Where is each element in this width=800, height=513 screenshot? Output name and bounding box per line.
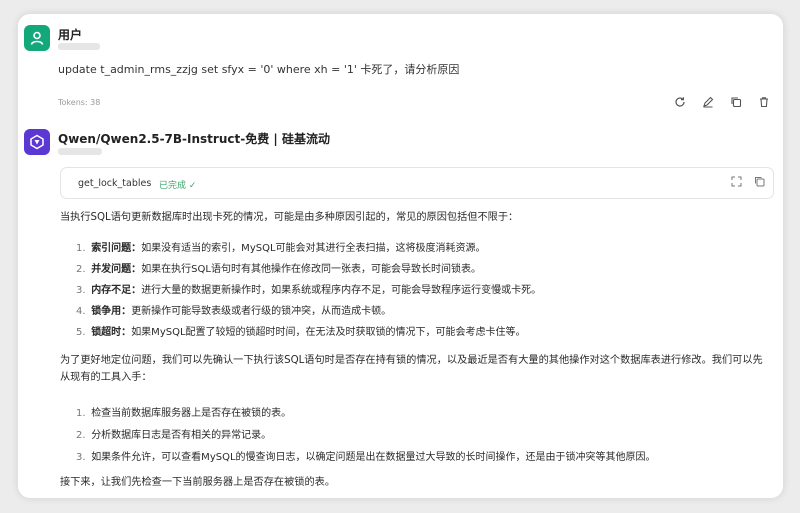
delete-button[interactable]	[750, 94, 778, 110]
copy-button[interactable]	[722, 94, 750, 110]
list-item: 4. 锁争用：更新操作可能导致表级或者行级的锁冲突，从而造成卡顿。	[76, 306, 392, 317]
chat-panel: 用户 update t_admin_rms_zzjg set sfyx = '0…	[18, 14, 783, 498]
copy-icon[interactable]	[754, 176, 765, 187]
user-avatar	[24, 25, 50, 51]
expand-icon[interactable]	[731, 176, 742, 187]
qwen-logo-icon	[30, 134, 44, 150]
user-timestamp-blurred	[58, 43, 100, 50]
assistant-avatar	[24, 129, 50, 155]
message-actions	[666, 94, 778, 110]
answer-closing: 接下来，让我们先检查一下当前服务器上是否存在被锁的表。	[60, 477, 336, 488]
list-item: 2. 分析数据库日志是否有相关的异常记录。	[76, 430, 272, 441]
list-item: 3. 内存不足：进行大量的数据更新操作时，如果系统或程序内存不足，可能会导致程序…	[76, 285, 542, 296]
list-item: 3. 如果条件允许，可以查看MySQL的慢查询日志，以确定问题是出在数据量过大导…	[76, 452, 656, 463]
list-item: 5. 锁超时：如果MySQL配置了较短的锁超时时间，在无法及时获取锁的情况下，可…	[76, 327, 526, 338]
tool-status: 已完成 ✓	[159, 181, 197, 191]
list-item: 1. 索引问题：如果没有适当的索引，MySQL可能会对其进行全表扫描，这将极度消…	[76, 243, 486, 254]
regenerate-button[interactable]	[666, 94, 694, 110]
assistant-name: Qwen/Qwen2.5-7B-Instruct-免费 | 硅基流动	[58, 132, 330, 146]
tool-call-card[interactable]: get_lock_tables 已完成 ✓	[60, 167, 774, 199]
list-item: 2. 并发问题：如果在执行SQL语句时有其他操作在修改同一张表，可能会导致长时间…	[76, 264, 481, 275]
token-count: Tokens: 38	[58, 98, 101, 107]
assistant-timestamp-blurred	[58, 148, 102, 155]
user-icon	[30, 31, 44, 45]
answer-paragraph: 为了更好地定位问题，我们可以先确认一下执行该SQL语句时是否存在持有锁的情况，以…	[60, 355, 763, 383]
edit-icon	[703, 96, 714, 108]
refresh-icon	[675, 97, 685, 107]
list-item: 1. 检查当前数据库服务器上是否存在被锁的表。	[76, 408, 292, 419]
tool-name: get_lock_tables	[78, 178, 152, 189]
copy-icon	[731, 97, 742, 108]
user-message: update t_admin_rms_zzjg set sfyx = '0' w…	[58, 63, 460, 76]
user-name: 用户	[58, 28, 83, 42]
answer-intro: 当执行SQL语句更新数据库时出现卡死的情况，可能是由多种原因引起的，常见的原因包…	[60, 212, 519, 223]
delete-icon	[760, 97, 768, 108]
edit-button[interactable]	[694, 94, 722, 110]
